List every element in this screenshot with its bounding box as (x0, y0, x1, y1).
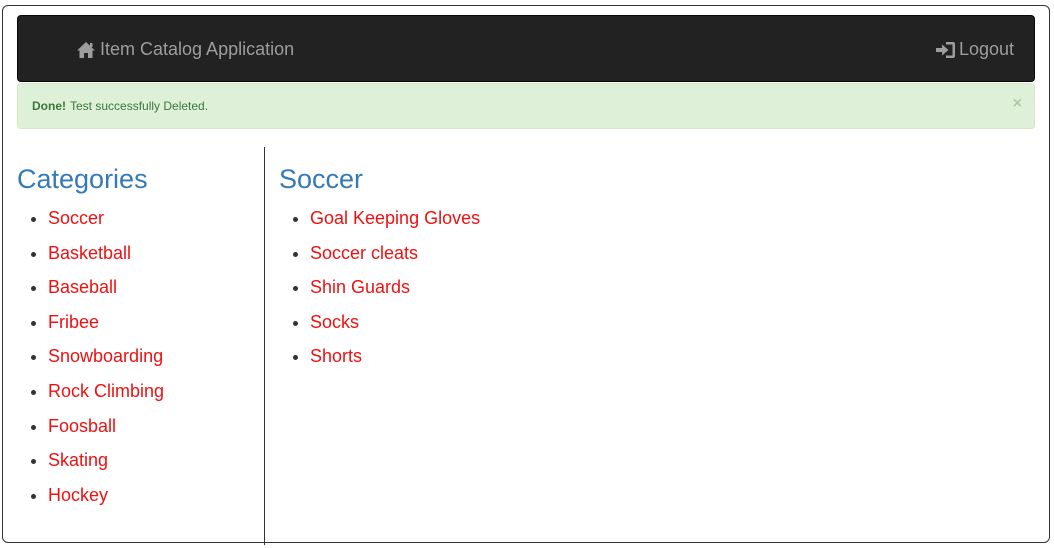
category-item: Hockey (48, 485, 264, 505)
item-entry: Soccer cleats (310, 243, 1039, 263)
logout-label: Logout (958, 39, 1014, 59)
category-link-foosball[interactable]: Foosball (48, 416, 116, 436)
category-link-baseball[interactable]: Baseball (48, 277, 117, 297)
item-link-shorts[interactable]: Shorts (310, 346, 362, 366)
category-item: Baseball (48, 277, 264, 297)
alert-message: Test successfully Deleted. (70, 99, 209, 113)
item-link-soccer-cleats[interactable]: Soccer cleats (310, 243, 418, 263)
item-entry: Socks (310, 312, 1039, 332)
category-link-soccer[interactable]: Soccer (48, 208, 104, 228)
category-item: Rock Climbing (48, 381, 264, 401)
page-frame: Item Catalog Application Logout Done! Te… (2, 5, 1050, 545)
categories-list: Soccer Basketball Baseball Fribee Snowbo… (17, 208, 264, 505)
category-link-rock-climbing[interactable]: Rock Climbing (48, 381, 164, 401)
item-entry: Goal Keeping Gloves (310, 208, 1039, 228)
item-entry: Shin Guards (310, 277, 1039, 297)
categories-title: Categories (17, 164, 148, 194)
category-item: Foosball (48, 416, 264, 436)
category-link-snowboarding[interactable]: Snowboarding (48, 346, 163, 366)
alert-strong: Done! (32, 99, 66, 113)
home-icon (76, 41, 96, 59)
category-item: Basketball (48, 243, 264, 263)
category-item: Snowboarding (48, 346, 264, 366)
category-link-fribee[interactable]: Fribee (48, 312, 99, 332)
category-link-basketball[interactable]: Basketball (48, 243, 131, 263)
items-panel: Soccer Goal Keeping Gloves Soccer cleats… (279, 147, 1039, 545)
logout-button[interactable]: Logout (935, 16, 1014, 83)
close-icon[interactable]: × (1013, 96, 1022, 112)
category-title: Soccer (279, 164, 364, 194)
brand-link[interactable]: Item Catalog Application (76, 16, 294, 83)
item-link-socks[interactable]: Socks (310, 312, 359, 332)
category-link-hockey[interactable]: Hockey (48, 485, 108, 505)
category-item: Soccer (48, 208, 264, 228)
category-link-skating[interactable]: Skating (48, 450, 108, 470)
categories-sidebar: Categories Soccer Basketball Baseball Fr… (17, 147, 265, 545)
brand-label: Item Catalog Application (100, 39, 295, 59)
navbar: Item Catalog Application Logout (17, 15, 1035, 82)
item-link-goal-keeping-gloves[interactable]: Goal Keeping Gloves (310, 208, 480, 228)
item-entry: Shorts (310, 346, 1039, 366)
item-link-shin-guards[interactable]: Shin Guards (310, 277, 410, 297)
success-alert: Done! Test successfully Deleted. × (17, 83, 1035, 129)
items-list: Goal Keeping Gloves Soccer cleats Shin G… (279, 208, 1039, 366)
category-item: Fribee (48, 312, 264, 332)
log-in-icon (935, 41, 956, 59)
category-item: Skating (48, 450, 264, 470)
